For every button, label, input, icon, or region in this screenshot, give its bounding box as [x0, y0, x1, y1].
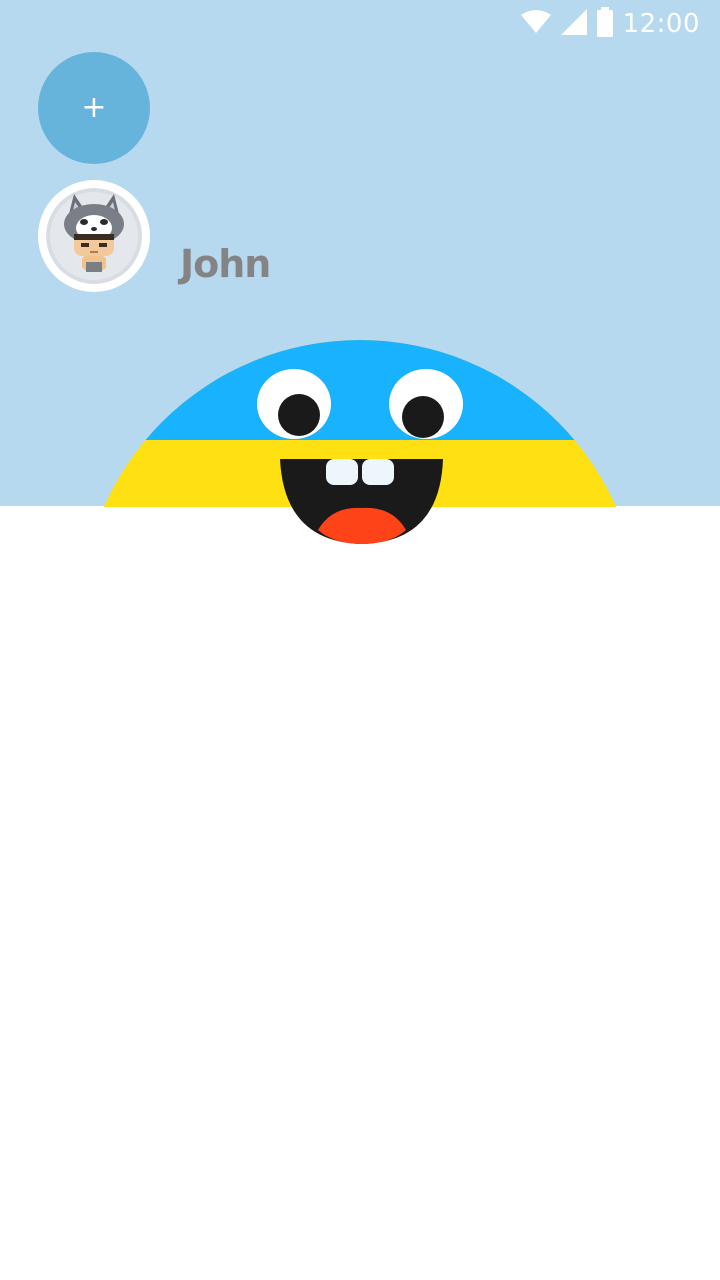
wifi-icon	[520, 10, 551, 38]
signal-icon	[560, 9, 587, 39]
battery-icon	[596, 7, 613, 41]
user-name: John	[180, 242, 271, 286]
content-area	[0, 506, 720, 1280]
status-time: 12:00	[622, 9, 700, 39]
mascot-illustration	[103, 340, 617, 544]
husky-avatar-image	[46, 188, 142, 284]
add-profile-button[interactable]: +	[38, 52, 150, 164]
status-bar: 12:00	[0, 0, 720, 48]
avatar[interactable]	[38, 180, 150, 292]
